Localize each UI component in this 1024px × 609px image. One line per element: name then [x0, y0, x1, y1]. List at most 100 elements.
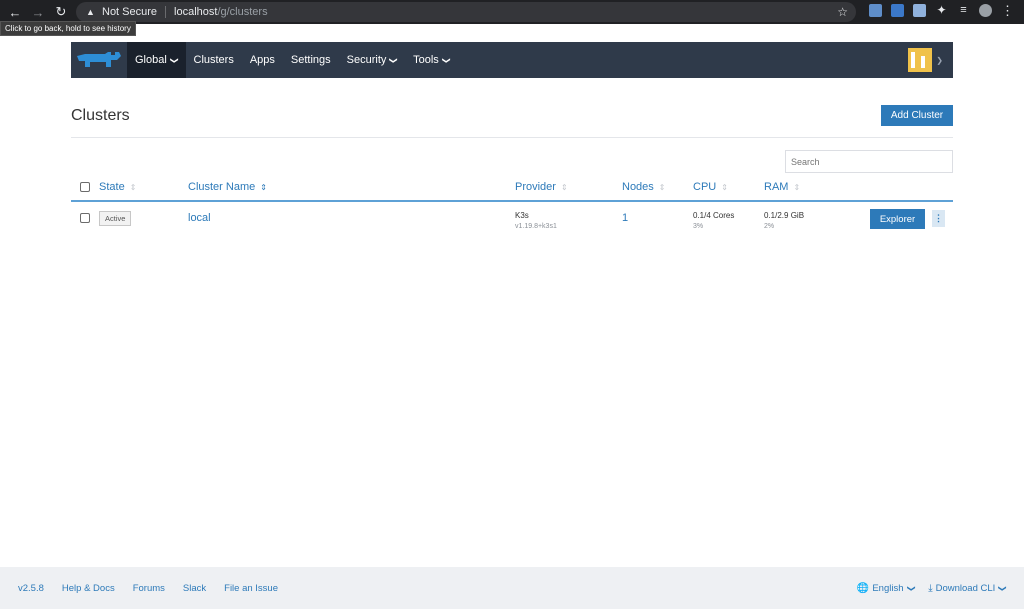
column-cluster-name-label: Cluster Name: [188, 181, 256, 193]
menu-security-label: Security: [346, 54, 387, 66]
rancher-logo-icon[interactable]: [71, 42, 127, 78]
header-divider: [71, 200, 953, 202]
app-header: Global ❯ Clusters Apps Settings Security ❯…: [71, 42, 953, 78]
menu-tools[interactable]: Tools ❯: [405, 42, 457, 78]
omnibox-divider: [165, 6, 167, 18]
chevron-down-icon: ❯: [169, 56, 179, 64]
column-cpu[interactable]: CPU ⇕: [693, 181, 728, 193]
chevron-down-icon: ❯: [441, 56, 451, 64]
sort-icon: ⇕: [129, 182, 137, 192]
sort-icon: ⇕: [658, 182, 666, 192]
nodes-link[interactable]: 1: [622, 212, 628, 224]
download-cli-dropdown[interactable]: ⤓ Download CLI ❯: [928, 582, 1008, 594]
warning-icon: ▲: [86, 7, 95, 17]
extensions-area: ✦ ≡ ⋮: [869, 4, 1014, 17]
add-cluster-button[interactable]: Add Cluster: [881, 105, 953, 126]
menu-global[interactable]: Global ❯: [127, 42, 186, 78]
column-ram-label: RAM: [764, 181, 789, 193]
sort-icon: ⇕: [793, 182, 801, 192]
title-divider: [71, 137, 953, 138]
column-nodes[interactable]: Nodes ⇕: [622, 181, 666, 193]
url-path: /g/clusters: [217, 6, 268, 18]
cpu-usage: 0.1/4 Cores: [693, 211, 735, 220]
user-avatar: [908, 48, 933, 72]
help-docs-link[interactable]: Help & Docs: [62, 583, 115, 594]
more-menu-icon[interactable]: ⋮: [1001, 4, 1014, 17]
cpu-cell: 0.1/4 Cores 3%: [693, 211, 734, 230]
file-issue-link[interactable]: File an Issue: [224, 583, 278, 594]
nodes-count: 1: [622, 212, 629, 224]
back-tooltip: Click to go back, hold to see history: [0, 21, 136, 36]
provider-name: K3s: [515, 211, 529, 220]
reload-icon[interactable]: ↻: [53, 4, 69, 20]
forward-arrow-icon[interactable]: →: [30, 4, 46, 20]
chevron-down-icon: ❯: [906, 584, 916, 592]
browser-toolbar: ← → ↻ ▲ Not Secure localhost/g/clusters …: [0, 0, 1024, 36]
forums-link[interactable]: Forums: [133, 583, 165, 594]
address-bar[interactable]: ▲ Not Secure localhost/g/clusters ☆: [76, 2, 856, 22]
column-state[interactable]: State ⇕: [99, 181, 136, 193]
column-cpu-label: CPU: [693, 181, 717, 193]
chevron-down-icon: ❯: [389, 56, 399, 64]
ram-usage: 0.1/2.9 GiB: [764, 211, 805, 220]
explorer-button[interactable]: Explorer: [870, 209, 925, 229]
sort-icon: ⇕: [260, 182, 267, 192]
download-cli-label: Download CLI: [935, 582, 996, 594]
menu-global-label: Global: [135, 54, 167, 66]
not-secure-label: Not Secure: [102, 6, 158, 18]
bookmark-star-icon[interactable]: ☆: [837, 5, 848, 19]
extension-icon[interactable]: [869, 4, 882, 17]
chevron-down-icon: ❯: [936, 55, 943, 65]
avatar-stripe: [921, 56, 926, 68]
profile-avatar-icon[interactable]: [979, 4, 992, 17]
menu-tools-label: Tools: [413, 54, 439, 66]
column-state-label: State: [99, 181, 125, 193]
footer-right: 🌐 English ❯ ⤓ Download CLI ❯: [856, 567, 1008, 609]
column-provider-label: Provider: [515, 181, 556, 193]
reading-list-icon[interactable]: ≡: [957, 4, 970, 17]
table-header: State ⇕ Cluster Name ⇕ Provider ⇕ Nodes ⇕ CP…: [71, 178, 953, 200]
search-input[interactable]: [785, 150, 953, 173]
ram-percent: 2%: [764, 223, 775, 230]
user-menu[interactable]: ❯: [908, 42, 953, 78]
menu-settings[interactable]: Settings: [283, 42, 339, 78]
column-provider[interactable]: Provider ⇕: [515, 181, 568, 193]
menu-security[interactable]: Security ❯: [339, 42, 405, 78]
status-badge: Active: [99, 211, 132, 226]
menu-settings-label: Settings: [290, 54, 331, 66]
url-host: localhost: [174, 6, 218, 18]
language-selector[interactable]: 🌐 English ❯: [856, 582, 916, 594]
menu-clusters-label: Clusters: [193, 54, 234, 66]
footer: v2.5.8 Help & Docs Forums Slack File an …: [0, 567, 1024, 609]
table-row: Active local K3s v1.19.8+k3s1 1 0.1/4 Co…: [71, 203, 953, 237]
avatar-stripe: [911, 52, 916, 68]
select-all-checkbox[interactable]: [80, 182, 90, 192]
version-link[interactable]: v2.5.8: [18, 583, 44, 594]
chevron-down-icon: ❯: [998, 584, 1008, 592]
puzzle-icon[interactable]: ✦: [935, 4, 948, 17]
language-label: English: [872, 582, 904, 594]
row-checkbox[interactable]: [80, 213, 90, 223]
row-actions-menu-icon[interactable]: ⋮: [932, 210, 945, 227]
translate-extension-icon[interactable]: [891, 4, 904, 17]
download-icon: ⤓: [928, 582, 933, 594]
sort-icon: ⇕: [721, 182, 728, 192]
column-cluster-name[interactable]: Cluster Name ⇕: [188, 181, 267, 193]
page-title: Clusters: [71, 107, 130, 124]
back-arrow-icon[interactable]: ←: [7, 4, 23, 20]
cluster-name-link[interactable]: local: [188, 212, 211, 224]
column-nodes-label: Nodes: [622, 181, 654, 193]
menu-apps[interactable]: Apps: [242, 42, 283, 78]
cpu-percent: 3%: [693, 223, 704, 230]
cluster-name: local: [188, 212, 211, 224]
provider-cell: K3s v1.19.8+k3s1: [515, 211, 557, 230]
provider-version: v1.19.8+k3s1: [515, 223, 557, 230]
sort-icon: ⇕: [560, 182, 568, 192]
column-ram[interactable]: RAM ⇕: [764, 181, 800, 193]
ram-cell: 0.1/2.9 GiB 2%: [764, 211, 804, 230]
menu-clusters[interactable]: Clusters: [186, 42, 242, 78]
save-extension-icon[interactable]: [913, 4, 926, 17]
menu-apps-label: Apps: [249, 54, 275, 66]
globe-icon: 🌐: [856, 582, 870, 594]
slack-link[interactable]: Slack: [183, 583, 206, 594]
